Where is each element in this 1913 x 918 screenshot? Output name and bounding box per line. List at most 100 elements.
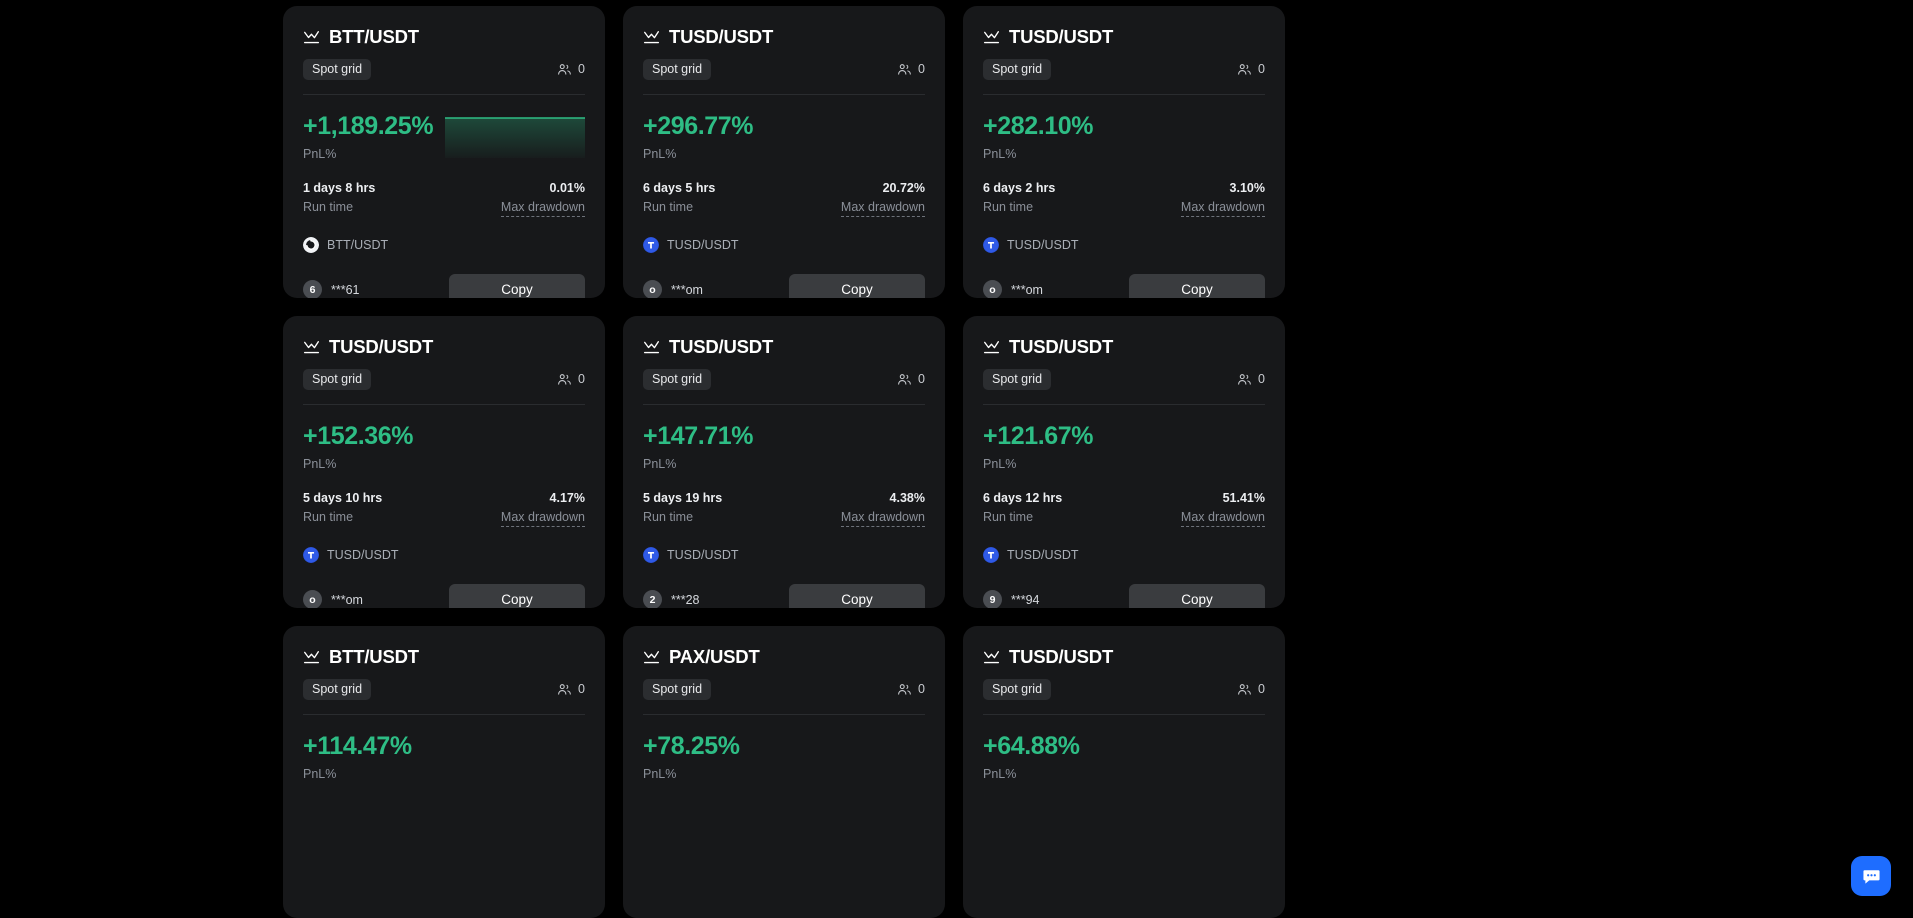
followers-count: 0 (1237, 62, 1265, 77)
drawdown-label[interactable]: Max drawdown (840, 510, 925, 528)
pnl-block: +1,189.25% PnL% (303, 113, 585, 161)
followers-value: 0 (1258, 682, 1265, 697)
copy-button[interactable]: Copy (1129, 584, 1265, 608)
card-subheader: Spot grid 0 (303, 58, 585, 80)
runtime-value: 1 days 8 hrs (303, 181, 376, 196)
asset-row: TUSD/USDT (643, 237, 925, 254)
line-chart-icon (644, 30, 659, 44)
runtime-value: 6 days 12 hrs (983, 491, 1063, 506)
followers-value: 0 (578, 372, 585, 387)
card-subheader: Spot grid 0 (643, 678, 925, 700)
trader-info[interactable]: 9 ***94 (983, 590, 1040, 608)
card-divider (303, 94, 585, 95)
copy-button[interactable]: Copy (1129, 274, 1265, 298)
pnl-value: +147.71% (643, 422, 754, 450)
bot-card[interactable]: TUSD/USDT Spot grid 0 +296.77% PnL% 6 days 5 … (623, 6, 945, 298)
metrics-row: 1 days 8 hrs Run time 0.01% Max drawdown (303, 181, 585, 218)
pair-name: PAX/USDT (669, 646, 760, 667)
bot-card[interactable]: PAX/USDT Spot grid 0 +78.25% PnL% (623, 626, 945, 918)
bot-card[interactable]: TUSD/USDT Spot grid 0 +64.88% PnL% (963, 626, 1285, 918)
drawdown-value: 3.10% (1229, 181, 1265, 196)
card-subheader: Spot grid 0 (303, 368, 585, 390)
strategy-tag: Spot grid (643, 678, 712, 700)
tusd-icon (983, 237, 999, 254)
pair-name: TUSD/USDT (1009, 26, 1114, 47)
asset-name: TUSD/USDT (1007, 238, 1079, 253)
metrics-row: 5 days 10 hrs Run time 4.17% Max drawdown (303, 491, 585, 528)
trader-info[interactable]: o ***om (303, 590, 363, 608)
card-footer: o ***om Copy (983, 274, 1265, 298)
pnl-label: PnL% (303, 767, 337, 782)
chat-bubble-button[interactable] (1851, 856, 1891, 896)
followers-value: 0 (578, 62, 585, 77)
trader-info[interactable]: o ***om (983, 280, 1043, 298)
pnl-block: +296.77% PnL% (643, 113, 925, 162)
bot-card[interactable]: TUSD/USDT Spot grid 0 +147.71% PnL% 5 days 19… (623, 316, 945, 608)
card-footer: o ***om Copy (643, 274, 925, 298)
asset-name: TUSD/USDT (327, 548, 399, 563)
card-header: TUSD/USDT (303, 337, 585, 357)
people-icon (898, 63, 911, 75)
pnl-value: +1,189.25% (303, 112, 434, 140)
card-subheader: Spot grid 0 (983, 368, 1265, 390)
metrics-row: 6 days 5 hrs Run time 20.72% Max drawdown (643, 181, 925, 218)
copy-button[interactable]: Copy (789, 584, 925, 608)
pnl-label: PnL% (983, 147, 1017, 162)
line-chart-icon (984, 340, 999, 354)
metrics-row: 5 days 19 hrs Run time 4.38% Max drawdown (643, 491, 925, 528)
pnl-block: +114.47% PnL% (303, 733, 585, 782)
pnl-label: PnL% (643, 147, 677, 162)
trader-name: ***om (331, 592, 363, 607)
followers-count: 0 (557, 682, 585, 697)
avatar: 6 (303, 280, 322, 298)
avatar: 9 (983, 590, 1002, 608)
bot-card[interactable]: BTT/USDT Spot grid 0 +114.47% PnL% (283, 626, 605, 918)
pnl-value: +64.88% (983, 732, 1080, 760)
drawdown-value: 51.41% (1222, 491, 1265, 506)
drawdown-label[interactable]: Max drawdown (1180, 510, 1265, 528)
trader-info[interactable]: 2 ***28 (643, 590, 700, 608)
strategy-tag: Spot grid (303, 58, 372, 80)
metrics-row: 6 days 12 hrs Run time 51.41% Max drawdown (983, 491, 1265, 528)
line-chart-icon (304, 650, 319, 664)
trader-name: ***om (671, 282, 703, 297)
card-header: BTT/USDT (303, 646, 585, 667)
trader-info[interactable]: o ***om (643, 280, 703, 298)
drawdown-label[interactable]: Max drawdown (500, 200, 585, 218)
followers-count: 0 (1237, 682, 1265, 697)
pnl-value: +152.36% (303, 422, 414, 450)
avatar: o (643, 280, 662, 298)
copy-button[interactable]: Copy (789, 274, 925, 298)
drawdown-label[interactable]: Max drawdown (840, 200, 925, 218)
card-divider (983, 404, 1265, 405)
card-subheader: Spot grid 0 (983, 678, 1265, 700)
bot-card[interactable]: BTT/USDT Spot grid 0 +1,189.25% PnL% 1 days 8… (283, 6, 605, 298)
followers-count: 0 (1237, 372, 1265, 387)
bot-card[interactable]: TUSD/USDT Spot grid 0 +152.36% PnL% 5 days 10… (283, 316, 605, 608)
runtime-value: 5 days 10 hrs (303, 491, 383, 506)
card-divider (303, 404, 585, 405)
bot-card[interactable]: TUSD/USDT Spot grid 0 +282.10% PnL% 6 days 2 … (963, 6, 1285, 298)
runtime-label: Run time (983, 200, 1034, 215)
drawdown-label[interactable]: Max drawdown (1180, 200, 1265, 218)
copy-button[interactable]: Copy (449, 274, 585, 298)
card-header: TUSD/USDT (983, 336, 1265, 357)
asset-row: TUSD/USDT (643, 547, 925, 564)
pair-name: TUSD/USDT (1009, 336, 1114, 357)
pnl-block: +78.25% PnL% (643, 733, 925, 782)
card-divider (983, 94, 1265, 95)
trader-info[interactable]: 6 ***61 (303, 280, 360, 298)
pair-name: BTT/USDT (329, 646, 419, 667)
pair-name: BTT/USDT (329, 26, 419, 47)
drawdown-label[interactable]: Max drawdown (500, 510, 585, 528)
bot-card[interactable]: TUSD/USDT Spot grid 0 +121.67% PnL% 6 days 12… (963, 316, 1285, 608)
runtime-label: Run time (643, 510, 694, 525)
pnl-label: PnL% (643, 457, 677, 472)
bot-card-grid: BTT/USDT Spot grid 0 +1,189.25% PnL% 1 days 8… (283, 6, 1288, 918)
btt-icon (303, 237, 319, 254)
tusd-icon (303, 547, 319, 564)
people-icon (558, 373, 571, 385)
runtime-value: 6 days 5 hrs (643, 181, 716, 196)
card-divider (983, 714, 1265, 715)
copy-button[interactable]: Copy (449, 584, 585, 608)
